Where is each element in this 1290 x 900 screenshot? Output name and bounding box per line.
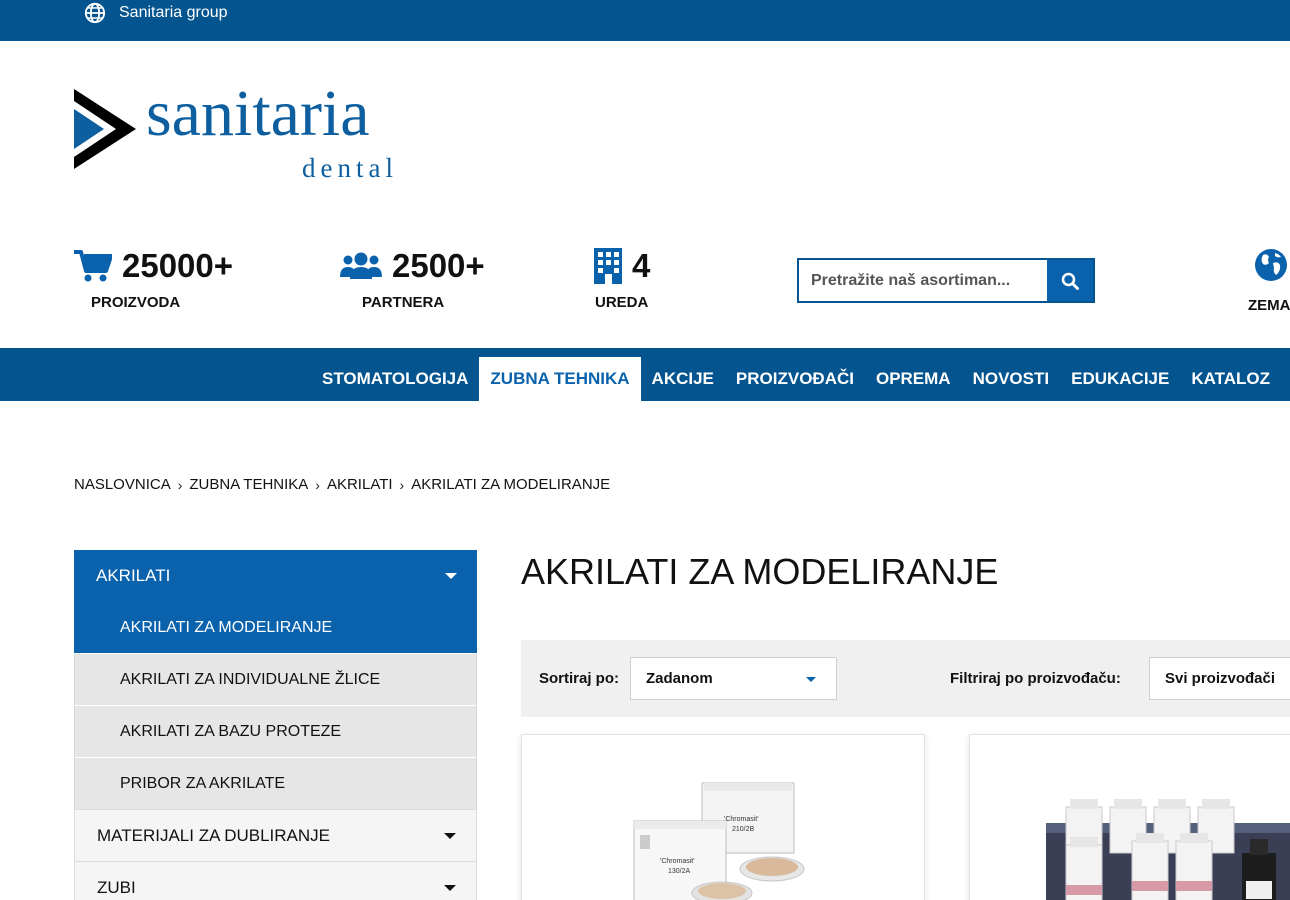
manufacturer-select[interactable]: Svi proizvođači [1149,657,1290,700]
product-image: 'Chromasit' 210/2B 'Chromasit' 130/2A [633,782,805,900]
sidebar-item-label: MATERIJALI ZA DUBLIRANJE [97,825,331,845]
breadcrumb-item-current: AKRILATI ZA MODELIRANJE [411,476,611,493]
page-title: AKRILATI ZA MODELIRANJE [521,551,999,592]
users-icon [340,252,382,279]
sidebar-head-akrilati[interactable]: AKRILATI [74,550,477,601]
chevron-right-icon: › [315,476,320,493]
nav-item-akcije[interactable]: AKCIJE [641,357,725,401]
category-sidebar: AKRILATI AKRILATI ZA MODELIRANJE AKRILAT… [74,550,477,900]
sidebar-sub-item[interactable]: AKRILATI ZA INDIVIDUALNE ŽLICE [74,653,477,705]
product-image-text: 210/2B [732,826,755,833]
breadcrumb: NASLOVNICA › ZUBNA TEHNIKA › AKRILATI › … [74,476,610,493]
sidebar-sub-item[interactable]: AKRILATI ZA MODELIRANJE [74,601,477,653]
logo-word-dental: dental [302,153,398,183]
group-label: Sanitaria group [119,4,228,21]
cart-icon [74,250,112,282]
sidebar-sub-item[interactable]: PRIBOR ZA AKRILATE [74,757,477,809]
sidebar-item-zubi[interactable]: ZUBI [74,861,477,900]
nav-item-zubna-tehnika[interactable]: ZUBNA TEHNIKA [479,357,641,401]
building-icon [594,248,622,284]
chevron-right-icon: › [177,476,183,493]
search-box [797,258,1095,303]
nav-item-stomatologija[interactable]: STOMATOLOGIJA [311,357,479,401]
sort-label: Sortiraj po: [539,670,620,687]
sanitaria-group-link[interactable]: Sanitaria group [84,2,228,24]
nav-item-edukacije[interactable]: EDUKACIJE [1060,357,1180,401]
logo-word-sanitaria: sanitaria [146,77,370,150]
filter-bar: Sortiraj po: Zadanom Filtriraj po proizv… [521,640,1290,717]
search-input[interactable] [799,260,1047,301]
product-image [1046,799,1290,900]
sidebar-head-label: AKRILATI [96,565,171,585]
sidebar-item-label: ZUBI [97,877,136,897]
nav-item-oprema[interactable]: OPREMA [865,357,962,401]
product-card[interactable]: 'Chromasit' 210/2B 'Chromasit' 130/2A [521,734,925,900]
stat-offices-value: 4 [632,247,651,284]
globe-icon [84,2,106,24]
stat-products-label: PROIZVODA [91,294,181,311]
stat-partners: 2500+ PARTNERA [340,246,490,311]
product-image-text: 'Chromasit' [724,816,759,823]
main-nav: STOMATOLOGIJA ZUBNA TEHNIKA AKCIJE PROIZ… [0,348,1290,401]
breadcrumb-item-zubna-tehnika[interactable]: ZUBNA TEHNIKA [189,476,308,493]
stat-partners-value: 2500+ [392,247,485,284]
chevron-down-icon [444,884,456,891]
product-image-text: 'Chromasit' [660,858,695,865]
site-logo[interactable]: sanitaria dental [74,81,434,185]
stat-products-value: 25000+ [122,247,234,284]
country-label: ZEMA [1248,297,1290,314]
chevron-right-icon: › [399,476,405,493]
top-bar: Sanitaria group [0,0,1290,41]
earth-icon [1255,249,1287,281]
product-card[interactable] [969,734,1290,900]
nav-item-proizvodaci[interactable]: PROIZVOĐAČI [725,357,865,401]
sidebar-item-materijali[interactable]: MATERIJALI ZA DUBLIRANJE [74,809,477,861]
nav-item-novosti[interactable]: NOVOSTI [962,357,1061,401]
breadcrumb-item-akrilati[interactable]: AKRILATI [327,476,393,493]
search-icon [1061,272,1079,290]
stat-offices: 4 UREDA [594,246,674,311]
stat-products: 25000+ PROIZVODA [74,246,234,311]
search-button[interactable] [1047,260,1093,301]
nav-item-katalozi[interactable]: KATALOZ [1180,357,1281,401]
chevron-down-icon [806,677,816,682]
stat-offices-label: UREDA [595,294,649,311]
sidebar-sub-item[interactable]: AKRILATI ZA BAZU PROTEZE [74,705,477,757]
sort-select[interactable]: Zadanom [630,657,837,700]
stat-partners-label: PARTNERA [362,294,445,311]
country-selector[interactable]: ZEMA [1248,248,1290,314]
manufacturer-select-value: Svi proizvođači [1165,670,1276,687]
logo-arrow-icon [74,89,136,169]
chevron-down-icon [445,572,457,579]
manufacturer-filter-label: Filtriraj po proizvođaču: [950,670,1121,687]
sort-select-value: Zadanom [646,670,713,687]
product-image-text: 130/2A [668,868,691,875]
breadcrumb-item-home[interactable]: NASLOVNICA [74,476,171,493]
chevron-down-icon [444,832,456,839]
